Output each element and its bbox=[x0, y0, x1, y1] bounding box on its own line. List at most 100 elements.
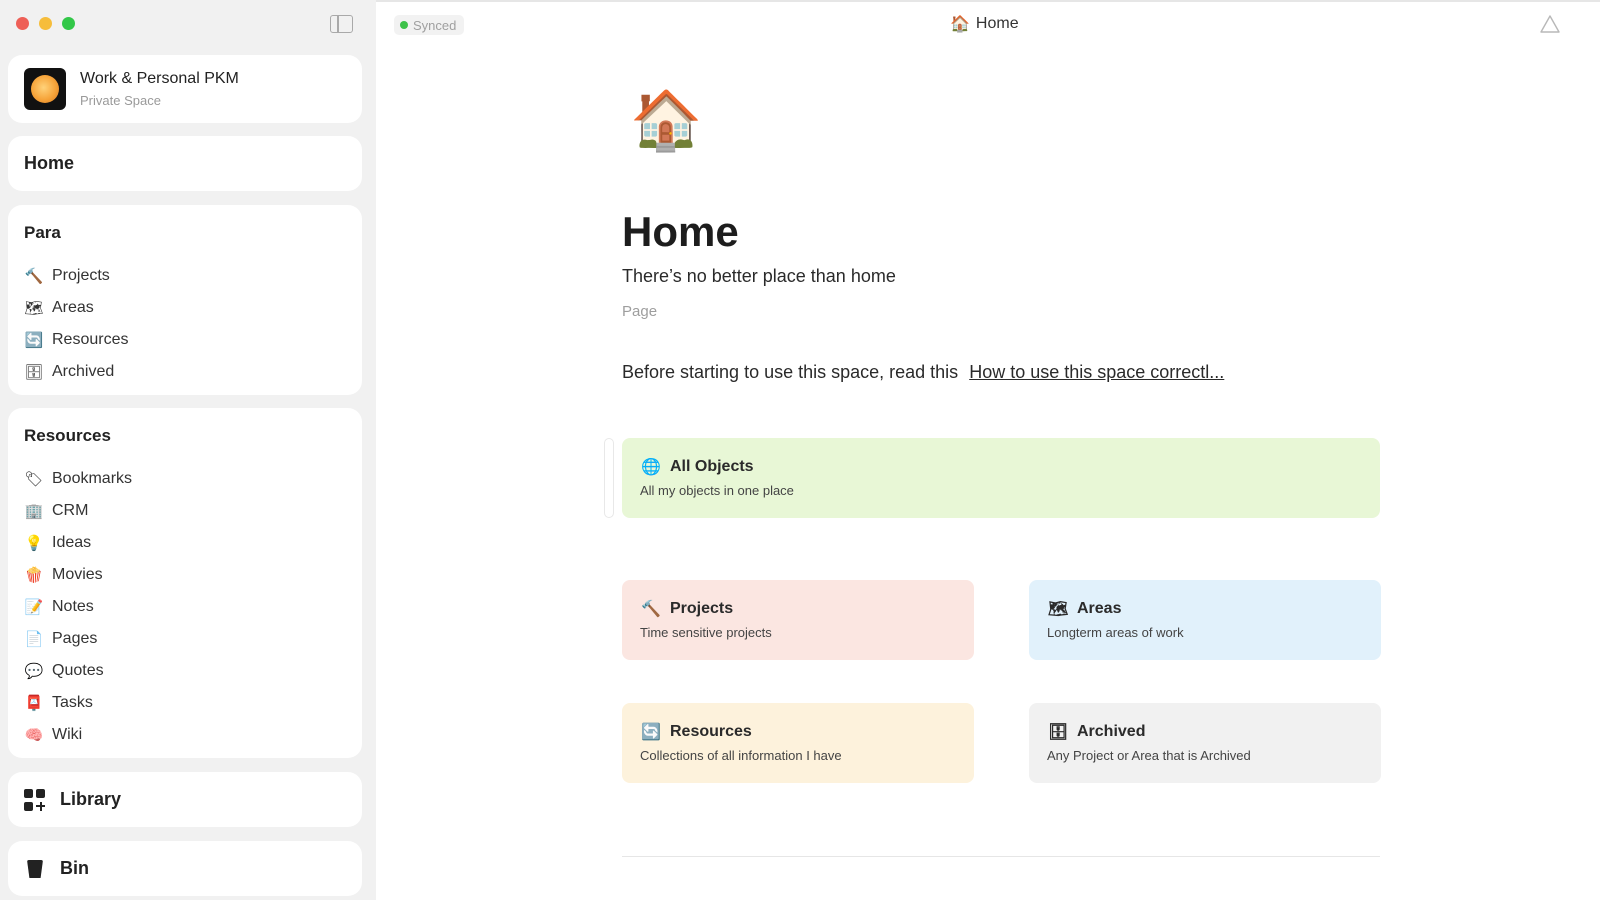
refresh-icon: 🔄 bbox=[641, 724, 661, 741]
space-logo bbox=[24, 68, 66, 110]
sidebar-item-label: Pages bbox=[52, 630, 98, 647]
sidebar-item-bin[interactable]: Bin bbox=[8, 841, 362, 896]
building-icon: 🏢 bbox=[24, 502, 44, 520]
cabinet-icon: 🗄 bbox=[1047, 724, 1069, 741]
library-icon bbox=[24, 789, 46, 811]
library-label: Library bbox=[60, 789, 122, 809]
tile-subtitle: All my objects in one place bbox=[640, 483, 794, 498]
sidebar-item-label: Tasks bbox=[52, 694, 93, 711]
sidebar-item-quotes[interactable]: 💬 Quotes bbox=[24, 655, 132, 687]
sidebar-item-wiki[interactable]: 🧠 Wiki bbox=[24, 719, 132, 751]
sync-status-text: Synced bbox=[413, 17, 457, 33]
minimize-window-button[interactable] bbox=[39, 17, 52, 30]
intro-text: Before starting to use this space, read … bbox=[622, 362, 959, 382]
map-icon: 🗺 bbox=[24, 299, 44, 317]
sidebar-item-archived[interactable]: 🗄 Archived bbox=[24, 356, 128, 388]
page-type-label: Page bbox=[622, 303, 658, 320]
page-icon: 📄 bbox=[24, 630, 44, 648]
page-icon-house[interactable]: 🏠 bbox=[630, 92, 702, 150]
tile-archived[interactable]: 🗄 Archived Any Project or Area that is Ar… bbox=[1029, 703, 1381, 783]
bulb-icon: 💡 bbox=[24, 534, 44, 552]
sidebar-item-label: Resources bbox=[52, 331, 129, 348]
sidebar-item-ideas[interactable]: 💡 Ideas bbox=[24, 527, 132, 559]
top-divider bbox=[376, 0, 1600, 2]
sidebar-item-label: Projects bbox=[52, 267, 110, 284]
map-icon: 🗺 bbox=[1047, 601, 1069, 618]
resources-list: 🏷 Bookmarks 🏢 CRM 💡 Ideas 🍿 Movies 📝 Not… bbox=[24, 463, 132, 751]
sidebar-item-home[interactable]: Home bbox=[8, 136, 362, 191]
sidebar-item-label: Notes bbox=[52, 598, 94, 615]
status-dot-icon bbox=[400, 21, 408, 29]
bin-icon bbox=[24, 858, 46, 880]
sync-status-badge[interactable]: Synced bbox=[394, 15, 465, 35]
sidebar: Work & Personal PKM Private Space Home P… bbox=[0, 0, 376, 900]
maximize-window-button[interactable] bbox=[62, 17, 75, 30]
tile-subtitle: Time sensitive projects bbox=[640, 625, 772, 640]
close-window-button[interactable] bbox=[16, 17, 29, 30]
sidebar-section-resources: Resources 🏷 Bookmarks 🏢 CRM 💡 Ideas 🍿 Mo… bbox=[8, 408, 362, 758]
sidebar-item-label: Quotes bbox=[52, 662, 104, 679]
sidebar-item-bookmarks[interactable]: 🏷 Bookmarks bbox=[24, 463, 132, 495]
content-divider bbox=[622, 856, 1380, 857]
hammer-icon: 🔨 bbox=[24, 267, 44, 285]
block-drag-handle[interactable] bbox=[604, 438, 614, 518]
postbox-icon: 📮 bbox=[24, 694, 44, 712]
tile-title: Projects bbox=[670, 600, 734, 617]
sidebar-item-notes[interactable]: 📝 Notes bbox=[24, 591, 132, 623]
sidebar-item-label: Areas bbox=[52, 299, 94, 316]
speech-icon: 💬 bbox=[24, 662, 44, 680]
sidebar-item-label: Movies bbox=[52, 566, 103, 583]
tile-title: Archived bbox=[1077, 723, 1146, 740]
page-title[interactable]: Home bbox=[622, 208, 739, 256]
tile-subtitle: Longterm areas of work bbox=[1047, 625, 1184, 640]
tile-title: Areas bbox=[1077, 600, 1122, 617]
house-icon: 🏠 bbox=[950, 16, 970, 33]
brain-icon: 🧠 bbox=[24, 726, 44, 744]
sidebar-item-label: Wiki bbox=[52, 726, 83, 743]
sidebar-item-crm[interactable]: 🏢 CRM bbox=[24, 495, 132, 527]
hammer-icon: 🔨 bbox=[641, 601, 661, 618]
sidebar-home-label: Home bbox=[24, 153, 75, 173]
tile-projects[interactable]: 🔨 Projects Time sensitive projects bbox=[622, 580, 974, 660]
app-window: Work & Personal PKM Private Space Home P… bbox=[0, 0, 1600, 900]
globe-icon: 🌐 bbox=[641, 459, 661, 476]
tile-areas[interactable]: 🗺 Areas Longterm areas of work bbox=[1029, 580, 1381, 660]
sidebar-item-pages[interactable]: 📄 Pages bbox=[24, 623, 132, 655]
tile-subtitle: Collections of all information I have bbox=[640, 748, 842, 763]
bin-label: Bin bbox=[60, 858, 89, 878]
sidebar-item-projects[interactable]: 🔨 Projects bbox=[24, 260, 128, 292]
sidebar-item-areas[interactable]: 🗺 Areas bbox=[24, 292, 128, 324]
tile-subtitle: Any Project or Area that is Archived bbox=[1047, 748, 1251, 763]
intro-paragraph: Before starting to use this space, read … bbox=[622, 362, 1224, 383]
window-controls bbox=[16, 17, 75, 30]
warning-icon[interactable] bbox=[1540, 15, 1560, 33]
para-list: 🔨 Projects 🗺 Areas 🔄 Resources 🗄 Archive… bbox=[24, 260, 128, 388]
sidebar-item-label: Bookmarks bbox=[52, 470, 133, 487]
popcorn-icon: 🍿 bbox=[24, 566, 44, 584]
cabinet-icon: 🗄 bbox=[24, 363, 44, 381]
refresh-icon: 🔄 bbox=[24, 331, 44, 349]
tile-resources[interactable]: 🔄 Resources Collections of all informatio… bbox=[622, 703, 974, 783]
sidebar-item-movies[interactable]: 🍿 Movies bbox=[24, 559, 132, 591]
page-description[interactable]: There’s no better place than home bbox=[622, 266, 896, 287]
memo-icon: 📝 bbox=[24, 598, 44, 616]
space-switcher[interactable]: Work & Personal PKM Private Space bbox=[8, 55, 362, 123]
tile-title: Resources bbox=[670, 723, 752, 740]
section-title-resources[interactable]: Resources bbox=[24, 426, 111, 446]
tag-icon: 🏷 bbox=[24, 470, 44, 488]
sidebar-item-library[interactable]: Library bbox=[8, 772, 362, 827]
space-subtitle: Private Space bbox=[80, 93, 161, 108]
sidebar-item-label: Ideas bbox=[52, 534, 92, 551]
sidebar-item-tasks[interactable]: 📮 Tasks bbox=[24, 687, 132, 719]
tile-title: All Objects bbox=[670, 458, 754, 475]
sidebar-item-resources[interactable]: 🔄 Resources bbox=[24, 324, 129, 356]
section-title-para[interactable]: Para bbox=[24, 223, 61, 243]
space-name: Work & Personal PKM bbox=[80, 70, 239, 87]
main-content: Synced 🏠 Home 🏠 Home There’s no better p… bbox=[376, 0, 1600, 900]
sidebar-toggle-icon[interactable] bbox=[330, 15, 353, 33]
sidebar-item-label: CRM bbox=[52, 502, 89, 519]
page-breadcrumb[interactable]: 🏠 Home bbox=[950, 14, 1019, 34]
sidebar-section-para: Para 🔨 Projects 🗺 Areas 🔄 Resources 🗄 Ar… bbox=[8, 205, 362, 395]
how-to-use-link[interactable]: How to use this space correctl... bbox=[969, 362, 1224, 382]
tile-all-objects[interactable]: 🌐 All Objects All my objects in one place bbox=[622, 438, 1380, 518]
